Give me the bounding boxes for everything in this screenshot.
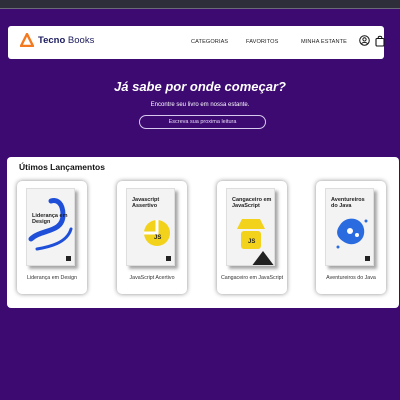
publisher-badge bbox=[365, 256, 370, 261]
book-cover: Liderança em Design bbox=[26, 188, 75, 266]
nav-categorias[interactable]: CATEGORIAS bbox=[191, 39, 228, 45]
user-icon[interactable] bbox=[359, 35, 370, 46]
book-card-lideranca-em-design[interactable]: Liderança em Design Liderança em Design bbox=[17, 181, 87, 294]
cover-art-swirl bbox=[28, 198, 73, 251]
book-card-javascript-acertivo[interactable]: Javascript Assertivo JS JavaScript Acert… bbox=[117, 181, 187, 294]
section-title: Útimos Lançamentos bbox=[19, 162, 105, 172]
book-title: Liderança em Design bbox=[26, 275, 78, 281]
nav-favoritos[interactable]: FAVORITOS bbox=[246, 39, 278, 45]
book-title: Aventureiros do Java bbox=[326, 275, 376, 281]
shopping-bag-icon[interactable] bbox=[375, 35, 385, 47]
logo[interactable]: Tecno Books bbox=[20, 33, 94, 47]
book-card-aventureiros-do-java[interactable]: Aventureiros do Java Aventureiros do Jav… bbox=[316, 181, 386, 294]
book-cover: Cangaceiro em JavaScript JS bbox=[226, 188, 275, 266]
book-cover: Javascript Assertivo JS bbox=[126, 188, 175, 266]
brand-name: Tecno Books bbox=[38, 35, 94, 46]
logo-icon bbox=[20, 33, 34, 47]
svg-text:JS: JS bbox=[154, 235, 161, 241]
header-bar: Tecno Books CATEGORIAS FAVORITOS MINHA E… bbox=[8, 26, 385, 59]
cover-title: Liderança em Design bbox=[32, 213, 68, 225]
publisher-badge bbox=[166, 256, 171, 261]
svg-text:JS: JS bbox=[248, 239, 255, 245]
cover-art-blue-blob bbox=[336, 218, 368, 249]
publisher-badge bbox=[66, 256, 71, 261]
cover-art-cangaceiro-hat: JS bbox=[237, 219, 274, 265]
book-cover: Aventureiros do Java bbox=[325, 188, 374, 266]
hero-subtitle: Encontre seu livro em nossa estante. bbox=[150, 102, 250, 108]
book-title: Cangaceiro em JavaScript bbox=[220, 275, 284, 281]
brand-name-light: Books bbox=[67, 34, 95, 46]
hero-title: Já sabe por onde começar? bbox=[114, 79, 286, 94]
book-card-cangaceiro-em-javascript[interactable]: Cangaceiro em JavaScript JS Cangaceiro e… bbox=[217, 181, 287, 294]
search-input[interactable] bbox=[139, 115, 266, 129]
page-background: Tecno Books CATEGORIAS FAVORITOS MINHA E… bbox=[0, 8, 400, 400]
brand-name-bold: Tecno bbox=[38, 34, 66, 46]
cover-art-js-circle: JS bbox=[144, 220, 170, 246]
book-title: JavaScript Acertivo bbox=[129, 275, 175, 281]
latest-releases-panel: Útimos Lançamentos Liderança em Design L… bbox=[7, 157, 399, 308]
nav-minha-estante[interactable]: MINHA ESTANTE bbox=[301, 39, 347, 45]
